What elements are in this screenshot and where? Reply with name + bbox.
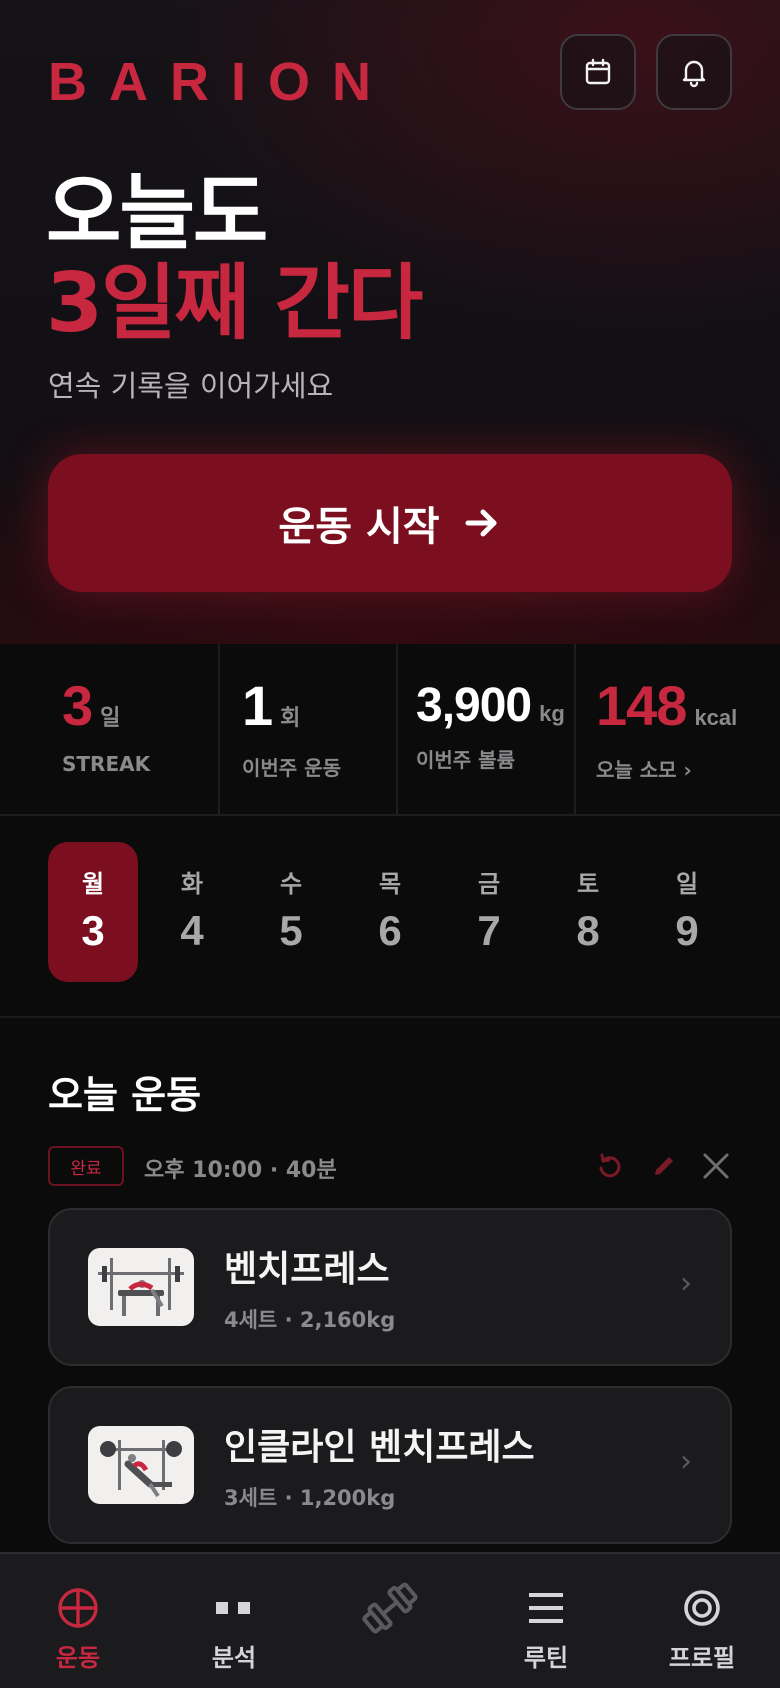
stat-streak: 3 일 STREAK — [0, 644, 220, 814]
edit-button[interactable] — [648, 1150, 680, 1182]
hero-section: BARION 오늘도 3일째 간다 연속 기록을 이어가세요 운동 시작 — [0, 0, 780, 644]
hero-subtitle: 연속 기록을 이어가세요 — [48, 369, 334, 403]
list-icon — [528, 1584, 564, 1632]
day-name: 토 — [576, 870, 600, 898]
delete-session-button[interactable] — [700, 1150, 732, 1182]
nav-item-profile[interactable]: 프로필 — [624, 1554, 780, 1688]
day-name: 일 — [675, 870, 699, 898]
undo-button[interactable] — [594, 1150, 626, 1182]
bench-press-thumbnail — [88, 1248, 194, 1326]
exercise-card[interactable]: 벤치프레스 4세트 · 2,160kg › — [48, 1208, 732, 1366]
profile-ring-icon — [682, 1584, 722, 1632]
day-name: 금 — [477, 870, 501, 898]
exercise-name: 인클라인 벤치프레스 — [224, 1427, 535, 1468]
nav-label: 운동 — [55, 1644, 101, 1672]
exercise-detail: 4세트 · 2,160kg — [224, 1308, 396, 1332]
day-item-fri[interactable]: 금 7 — [444, 842, 534, 982]
section-divider — [0, 1016, 780, 1018]
day-item-sun[interactable]: 일 9 — [642, 842, 732, 982]
arrow-right-icon — [465, 509, 497, 537]
calendar-icon — [585, 58, 611, 85]
day-item-thu[interactable]: 목 6 — [345, 842, 435, 982]
stat-caption: STREAK — [62, 752, 151, 776]
day-item-sat[interactable]: 토 8 — [543, 842, 633, 982]
brand-logo: BARION — [48, 52, 393, 112]
edit-icon — [655, 1157, 673, 1175]
nav-item-routine[interactable]: 루틴 — [468, 1554, 624, 1688]
exercise-card[interactable]: 인클라인 벤치프레스 3세트 · 1,200kg › — [48, 1386, 732, 1544]
day-date: 4 — [180, 907, 204, 954]
stat-today-calories[interactable]: 148 kcal 오늘 소모 › — [576, 644, 780, 814]
dumbbell-icon — [359, 1582, 421, 1634]
nav-label: 루틴 — [523, 1644, 569, 1672]
day-name: 목 — [378, 870, 402, 898]
stat-unit: kg — [539, 701, 565, 726]
day-date: 6 — [378, 907, 402, 954]
stat-weekly-volume: 3,900 kg 이번주 볼륨 — [398, 644, 576, 814]
crosshair-icon — [57, 1584, 99, 1632]
day-date: 7 — [477, 907, 501, 954]
day-item-wed[interactable]: 수 5 — [246, 842, 336, 982]
session-meta: 오후 10:00 · 40분 — [144, 1158, 337, 1183]
hero-streak-headline: 3일째 간다 — [46, 256, 423, 351]
day-name: 월 — [81, 870, 105, 898]
stat-value: 3 — [62, 674, 93, 737]
start-workout-label: 운동 시작 — [278, 504, 440, 550]
bell-icon — [682, 60, 706, 88]
week-day-selector: 월 3 화 4 수 5 목 6 금 7 토 8 일 9 — [48, 842, 732, 982]
stat-caption: 이번주 볼륨 — [416, 748, 515, 772]
day-item-tue[interactable]: 화 4 — [147, 842, 237, 982]
day-date: 8 — [576, 907, 600, 954]
hero-headline: 오늘도 — [46, 166, 268, 261]
stat-unit: 일 — [100, 705, 121, 730]
day-date: 9 — [675, 907, 699, 954]
status-badge: 완료 — [48, 1146, 124, 1186]
exercise-name: 벤치프레스 — [224, 1249, 390, 1290]
stat-weekly-workouts: 1 회 이번주 운동 — [220, 644, 398, 814]
day-name: 화 — [180, 870, 204, 898]
app-screen: BARION 오늘도 3일째 간다 연속 기록을 이어가세요 운동 시작 3 일… — [0, 0, 780, 1688]
incline-bench-press-thumbnail — [88, 1426, 194, 1504]
stat-value: 148 — [596, 674, 687, 737]
stat-caption-link[interactable]: 오늘 소모 › — [596, 754, 692, 783]
nav-item-analysis[interactable]: 분석 — [156, 1554, 312, 1688]
day-date: 5 — [279, 907, 303, 954]
calendar-button[interactable] — [560, 34, 636, 110]
nav-item-workout[interactable]: 운동 — [0, 1554, 156, 1688]
bars-icon — [214, 1584, 254, 1632]
today-workout-title: 오늘 운동 — [48, 1073, 202, 1117]
stat-caption: 이번주 운동 — [242, 756, 341, 780]
day-item-mon[interactable]: 월 3 — [48, 842, 138, 982]
close-icon — [703, 1153, 729, 1179]
stat-unit: kcal — [694, 705, 738, 730]
nav-item-dumbbell[interactable] — [312, 1554, 468, 1688]
chevron-right-icon: › — [680, 1266, 692, 1301]
nav-label: 분석 — [211, 1644, 257, 1672]
nav-label: 프로필 — [668, 1644, 736, 1672]
session-row: 완료 오후 10:00 · 40분 — [48, 1146, 732, 1186]
day-date: 3 — [81, 907, 105, 954]
day-name: 수 — [279, 870, 303, 898]
stat-value: 3,900 — [416, 679, 532, 732]
chevron-right-icon: › — [680, 1444, 692, 1479]
stats-bar: 3 일 STREAK 1 회 이번주 운동 3,900 kg 이번주 볼륨 14… — [0, 644, 780, 816]
notifications-button[interactable] — [656, 34, 732, 110]
start-workout-button[interactable]: 운동 시작 — [48, 454, 732, 592]
bottom-nav: 운동 분석 루틴 프로필 — [0, 1552, 780, 1688]
undo-icon — [599, 1153, 621, 1178]
exercise-detail: 3세트 · 1,200kg — [224, 1486, 396, 1510]
stat-value: 1 — [242, 674, 273, 737]
stat-unit: 회 — [280, 705, 301, 730]
